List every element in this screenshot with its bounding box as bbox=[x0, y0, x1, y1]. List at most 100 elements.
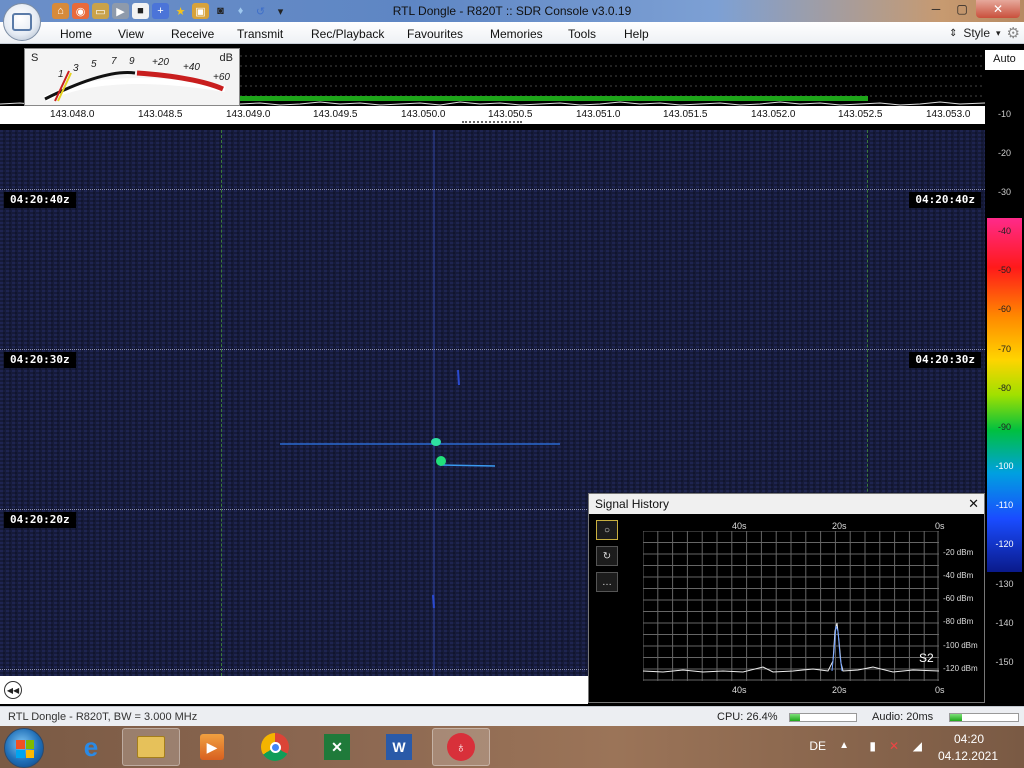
close-icon[interactable]: ✕ bbox=[968, 496, 979, 512]
time-label-bottom: 40s bbox=[732, 685, 747, 695]
word-icon[interactable]: W bbox=[370, 728, 428, 766]
auto-button[interactable]: Auto bbox=[985, 50, 1024, 70]
media-player-icon[interactable]: ▶ bbox=[183, 728, 241, 766]
s-scale-plus20: +20 bbox=[152, 57, 169, 68]
s-scale-1: 1 bbox=[58, 69, 64, 80]
timestamp-label: 04:20:30z bbox=[909, 352, 981, 368]
excel-icon[interactable]: ✕ bbox=[308, 728, 366, 766]
db-tick: -150 bbox=[995, 657, 1014, 667]
chevron-down-icon: ▾ bbox=[996, 27, 1001, 38]
clock-time[interactable]: 04:20 bbox=[954, 732, 984, 746]
db-tick: -40 bbox=[997, 226, 1011, 236]
filter-passband bbox=[240, 96, 868, 101]
db-tick: -60 bbox=[997, 304, 1011, 314]
audio-meter-fill bbox=[950, 714, 963, 721]
windows-flag-icon bbox=[16, 740, 34, 758]
time-label-bottom: 20s bbox=[832, 685, 847, 695]
app-menu-button[interactable] bbox=[3, 3, 41, 41]
freq-tick: 143.048.0 bbox=[50, 109, 95, 120]
db-tick: -110 bbox=[995, 500, 1014, 510]
freq-tick: 143.051.0 bbox=[576, 109, 621, 120]
internet-explorer-icon[interactable]: e bbox=[62, 728, 120, 766]
menu-bar: Home View Receive Transmit Rec/Playback … bbox=[0, 22, 1024, 44]
cpu-status: CPU: 26.4% bbox=[717, 711, 778, 723]
gear-icon[interactable]: ⚙ bbox=[1007, 24, 1020, 42]
freq-tick: 143.052.0 bbox=[751, 109, 796, 120]
menu-memories[interactable]: Memories bbox=[490, 27, 543, 41]
db-tick: -10 bbox=[997, 109, 1011, 119]
filter-edge-left[interactable] bbox=[221, 130, 222, 676]
signal-history-chart bbox=[643, 531, 939, 681]
cpu-meter bbox=[789, 713, 857, 722]
record-icon[interactable]: ○ bbox=[596, 520, 618, 540]
file-explorer-icon[interactable] bbox=[122, 728, 180, 766]
db-label: -20 dBm bbox=[943, 548, 974, 557]
cpu-meter-fill bbox=[790, 714, 800, 721]
show-hidden-icons-icon[interactable]: ▲ bbox=[839, 740, 849, 751]
s-scale-plus60: +60 bbox=[213, 72, 230, 83]
menu-rec-playback[interactable]: Rec/Playback bbox=[311, 27, 384, 41]
language-indicator[interactable]: DE bbox=[809, 739, 826, 753]
menu-help[interactable]: Help bbox=[624, 27, 649, 41]
device-icon[interactable]: ▮ bbox=[869, 739, 876, 753]
s-label: S bbox=[31, 52, 39, 64]
menu-receive[interactable]: Receive bbox=[171, 27, 214, 41]
refresh-icon[interactable]: ↻ bbox=[596, 546, 618, 566]
clock-date[interactable]: 04.12.2021 bbox=[938, 749, 998, 763]
timestamp-label: 04:20:40z bbox=[909, 192, 981, 208]
menu-home[interactable]: Home bbox=[60, 27, 92, 41]
freq-tick: 143.050.0 bbox=[401, 109, 446, 120]
s-scale-plus40: +40 bbox=[183, 62, 200, 73]
signal-history-panel: Signal History ✕ ○ ↻ … 40s 20s 0s -20 dB… bbox=[588, 493, 985, 703]
time-label-top: 40s bbox=[732, 521, 747, 531]
frequency-axis[interactable]: 143.048.0 143.048.5 143.049.0 143.049.5 … bbox=[0, 106, 985, 124]
chrome-icon[interactable] bbox=[246, 728, 304, 766]
time-gridline bbox=[0, 349, 985, 350]
db-scale-panel: Auto -10 -20 -30 -40 -50 -60 -70 -80 -90… bbox=[985, 44, 1024, 708]
freq-tick: 143.052.5 bbox=[838, 109, 883, 120]
db-label: -60 dBm bbox=[943, 594, 974, 603]
menu-view[interactable]: View bbox=[118, 27, 144, 41]
signal-blob bbox=[431, 438, 441, 446]
window-title: RTL Dongle - R820T :: SDR Console v3.0.1… bbox=[392, 4, 632, 18]
sdr-console-icon[interactable]: ♁ bbox=[432, 728, 490, 766]
db-tick: -100 bbox=[995, 461, 1014, 471]
menu-tools[interactable]: Tools bbox=[568, 27, 596, 41]
more-button[interactable]: … bbox=[596, 572, 618, 592]
timestamp-label: 04:20:40z bbox=[4, 192, 76, 208]
start-button[interactable] bbox=[4, 728, 44, 768]
menu-favourites[interactable]: Favourites bbox=[407, 27, 463, 41]
freq-tick: 143.049.5 bbox=[313, 109, 358, 120]
time-label-top: 0s bbox=[935, 521, 945, 531]
db-label: dB bbox=[219, 52, 233, 64]
style-menu[interactable]: ⇕ Style ▾ ⚙ bbox=[949, 24, 1020, 42]
freq-tick: 143.050.5 bbox=[488, 109, 533, 120]
title-bar: ⌂ ◉ ▭ ▶ ■ + ★ ▣ ◙ ♦ ↺ ▾ RTL Dongle - R82… bbox=[0, 0, 1024, 22]
db-label: -100 dBm bbox=[943, 641, 978, 650]
time-label-top: 20s bbox=[832, 521, 847, 531]
updown-icon: ⇕ bbox=[948, 27, 958, 39]
db-tick: -50 bbox=[997, 265, 1011, 275]
menu-transmit[interactable]: Transmit bbox=[237, 27, 283, 41]
timestamp-label: 04:20:30z bbox=[4, 352, 76, 368]
maximize-button[interactable]: ▢ bbox=[950, 0, 974, 18]
s-scale-7: 7 bbox=[111, 56, 117, 67]
db-tick: -30 bbox=[997, 187, 1011, 197]
spectrum-display[interactable]: S dB 1 3 5 7 9 +20 +40 +60 143.048.0 143… bbox=[0, 44, 985, 130]
db-tick: -70 bbox=[997, 344, 1011, 354]
network-muted-icon[interactable]: ✕ bbox=[889, 739, 899, 753]
db-label: -40 dBm bbox=[943, 571, 974, 580]
freq-tick: 143.048.5 bbox=[138, 109, 183, 120]
s-meter: S dB 1 3 5 7 9 +20 +40 +60 bbox=[24, 48, 240, 106]
minimize-button[interactable]: ─ bbox=[924, 0, 948, 18]
volume-icon[interactable]: ◢ bbox=[913, 739, 922, 753]
audio-meter bbox=[949, 713, 1019, 722]
signal-history-header: Signal History ✕ bbox=[589, 494, 984, 514]
app-menu-icon bbox=[12, 13, 32, 31]
db-tick: -130 bbox=[995, 579, 1014, 589]
splitter-handle[interactable] bbox=[462, 121, 522, 124]
db-tick: -20 bbox=[997, 148, 1011, 158]
rewind-icon[interactable]: ◀◀ bbox=[4, 681, 22, 699]
close-button[interactable]: ✕ bbox=[976, 0, 1020, 18]
s-scale-9: 9 bbox=[129, 56, 135, 67]
